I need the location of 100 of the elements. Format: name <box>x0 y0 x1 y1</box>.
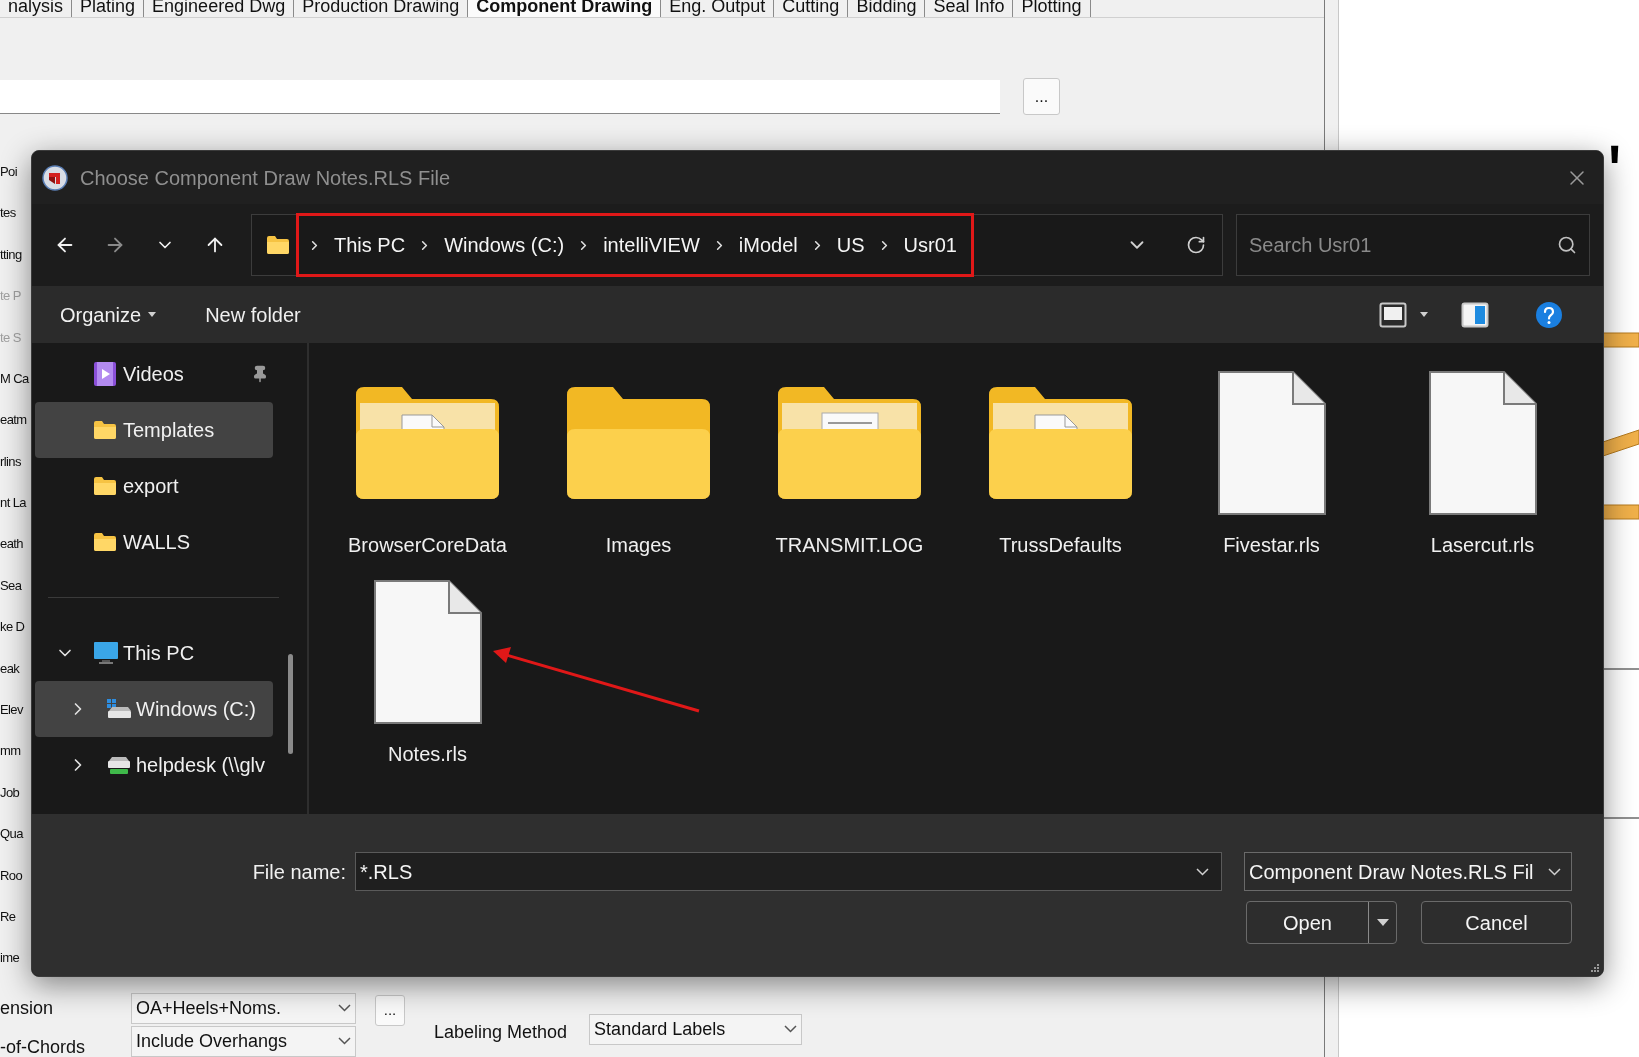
folder-with-document-icon <box>354 385 501 501</box>
sidebar-label: Templates <box>123 418 215 443</box>
field-label: ension <box>0 996 55 1020</box>
field-label: eatm <box>0 411 27 430</box>
folder-item[interactable]: TrussDefaults <box>955 370 1166 579</box>
chevron-down-icon <box>338 1037 351 1046</box>
breadcrumb-item[interactable]: iModel <box>738 230 798 260</box>
field-label: Qua <box>0 825 23 844</box>
sidebar-item[interactable]: Windows (C:) <box>35 681 273 737</box>
address-bar[interactable]: This PC Windows (C:) intelliVIEW iModel US Usr01 <box>251 214 1223 276</box>
folder-icon <box>93 476 117 496</box>
chords-dropdown[interactable]: Include Overhangs <box>131 1025 356 1057</box>
breadcrumb-item[interactable]: Usr01 <box>903 230 957 260</box>
field-label: Sea <box>0 576 22 595</box>
sidebar-label: WALLS <box>123 530 191 555</box>
organize-button[interactable]: Organize <box>60 299 158 330</box>
folder-item[interactable]: TRANSMIT.LOG <box>744 370 955 579</box>
new-folder-button[interactable]: New folder <box>205 299 301 330</box>
sidebar-label: This PC <box>123 641 195 666</box>
chevron-down-icon <box>338 1004 351 1013</box>
folder-item[interactable]: BrowserCoreData <box>322 370 533 579</box>
cancel-button[interactable]: Cancel <box>1421 901 1572 944</box>
sidebar-label: helpdesk (\\glv <box>136 753 265 778</box>
folder-with-document-icon <box>987 385 1134 501</box>
chevron-down-icon <box>784 1025 798 1034</box>
file-item[interactable]: Fivestar.rls <box>1166 370 1377 579</box>
preview-pane-icon[interactable] <box>1461 301 1489 328</box>
sidebar-item[interactable]: helpdesk (\\glv <box>35 737 273 793</box>
field-label: Labeling Method <box>434 1020 568 1044</box>
field-label: tes <box>0 204 16 223</box>
options-button[interactable]: ... <box>375 994 405 1026</box>
folder-icon <box>93 532 117 552</box>
breadcrumb-item[interactable]: intelliVIEW <box>603 230 700 260</box>
field-label: mm <box>0 742 21 761</box>
field-label: te P <box>0 287 21 306</box>
search-icon <box>1557 235 1577 255</box>
sidebar-item[interactable]: WALLS <box>35 514 273 570</box>
field-label: tting <box>0 245 22 264</box>
breadcrumb-item[interactable]: US <box>836 230 865 260</box>
file-name: TRANSMIT.LOG <box>775 534 924 556</box>
sidebar-item[interactable]: Videos <box>35 346 273 402</box>
search-field[interactable]: Search Usr01 <box>1236 214 1590 276</box>
tab[interactable]: Eng. Output <box>661 0 775 17</box>
field-label: Job <box>0 783 20 802</box>
folder-icon <box>565 385 712 501</box>
file-name: Images <box>605 534 672 556</box>
dimension-dropdown[interactable]: OA+Heels+Noms. <box>131 992 356 1024</box>
refresh-icon[interactable] <box>1186 235 1206 255</box>
field-label: te S <box>0 328 21 347</box>
sidebar-item[interactable]: export <box>35 458 273 514</box>
scrollbar-thumb[interactable] <box>288 654 293 754</box>
drive-icon <box>106 698 132 720</box>
field-label: eath <box>0 535 23 554</box>
sidebar-label: export <box>123 474 179 499</box>
field-label: rlins <box>0 452 21 471</box>
field-label: Roo <box>0 866 23 885</box>
caret-icon <box>147 311 158 318</box>
dimension-text: ' <box>1607 134 1623 214</box>
field-label: Elev <box>0 701 23 719</box>
folder-icon <box>93 420 117 440</box>
sidebar-label: Videos <box>123 362 184 387</box>
folder-icon <box>266 235 290 255</box>
document-icon <box>372 579 483 725</box>
file-item[interactable]: Lasercut.rls <box>1377 370 1588 579</box>
file-type-dropdown[interactable]: Component Draw Notes.RLS Fil <box>1244 852 1572 891</box>
pin-icon[interactable] <box>251 365 269 383</box>
file-name: Notes.rls <box>388 743 467 765</box>
caret-icon[interactable] <box>1419 311 1429 318</box>
caret-icon <box>1375 918 1390 927</box>
help-icon[interactable] <box>1535 300 1563 329</box>
sidebar-item[interactable]: This PC <box>35 625 273 681</box>
field-label: ke D <box>0 618 25 637</box>
browse-button[interactable]: ... <box>1023 78 1060 115</box>
breadcrumb-item[interactable]: Windows (C:) <box>444 230 565 260</box>
field-label: Re <box>0 907 16 926</box>
field-label: ime <box>0 949 20 968</box>
sidebar-label: Windows (C:) <box>136 697 256 722</box>
folder-item[interactable]: Images <box>533 370 744 579</box>
document-icon <box>1216 370 1327 516</box>
file-name: Lasercut.rls <box>1430 534 1535 556</box>
path-field[interactable] <box>0 79 1000 114</box>
file-name-field[interactable]: *.RLS <box>355 852 1222 891</box>
field-label: Poi <box>0 162 17 181</box>
field-label: File name: <box>252 859 346 885</box>
file-name: TrussDefaults <box>999 534 1122 556</box>
field-label: eak <box>0 659 20 678</box>
file-item[interactable]: Notes.rls <box>322 579 533 788</box>
field-label: M Ca <box>0 369 29 388</box>
video-icon <box>93 361 117 387</box>
view-icon[interactable] <box>1379 301 1407 328</box>
window-title: Choose Component Draw Notes.RLS File <box>80 165 451 191</box>
folder-with-document-icon <box>776 385 923 501</box>
network-drive-icon <box>106 755 132 775</box>
field-label: nt La <box>0 494 26 513</box>
sidebar-item[interactable]: Templates <box>35 402 273 458</box>
labeling-dropdown[interactable]: Standard Labels <box>589 1013 803 1045</box>
resize-grip-icon[interactable] <box>1590 963 1600 973</box>
file-name: BrowserCoreData <box>348 534 507 556</box>
document-icon <box>1427 370 1538 516</box>
breadcrumb-item[interactable]: This PC <box>334 230 406 260</box>
